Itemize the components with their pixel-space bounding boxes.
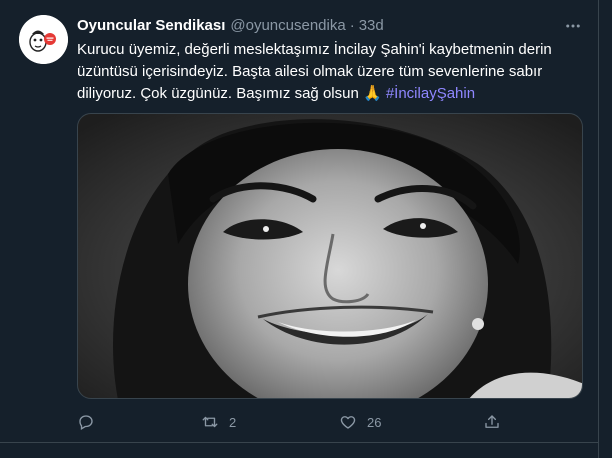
reply-button[interactable] <box>77 410 105 434</box>
tweet-actions: 2 26 <box>77 410 517 434</box>
share-button[interactable] <box>483 410 501 434</box>
tweet-divider <box>0 442 598 443</box>
separator-dot: · <box>349 16 355 34</box>
tweet-time[interactable]: 33d <box>359 17 384 34</box>
share-icon <box>485 415 499 428</box>
like-count: 26 <box>367 414 382 430</box>
tweet-header: Oyuncular Sendikası @oyuncusendika · 33d <box>77 14 384 36</box>
reply-icon <box>79 415 93 430</box>
retweet-button[interactable]: 2 <box>201 410 236 434</box>
portrait-photo <box>78 114 582 398</box>
column-border <box>598 0 599 458</box>
author-name[interactable]: Oyuncular Sendikası <box>77 17 225 34</box>
hashtag-link[interactable]: #İncilayŞahin <box>386 85 475 102</box>
author-handle[interactable]: @oyuncusendika <box>230 17 345 34</box>
retweet-count: 2 <box>229 414 237 430</box>
retweet-icon <box>202 416 218 428</box>
tweet[interactable]: Oyuncular Sendikası @oyuncusendika · 33d… <box>0 0 612 458</box>
like-button[interactable]: 26 <box>339 410 381 434</box>
more-icon[interactable] <box>561 14 585 38</box>
tweet-text: Kurucu üyemiz, değerli meslektaşımız İnc… <box>77 39 582 105</box>
tweet-photo[interactable] <box>77 113 583 399</box>
avatar[interactable] <box>19 15 68 64</box>
tweet-text-body: Kurucu üyemiz, değerli meslektaşımız İnc… <box>77 41 552 102</box>
heart-icon <box>340 416 356 429</box>
